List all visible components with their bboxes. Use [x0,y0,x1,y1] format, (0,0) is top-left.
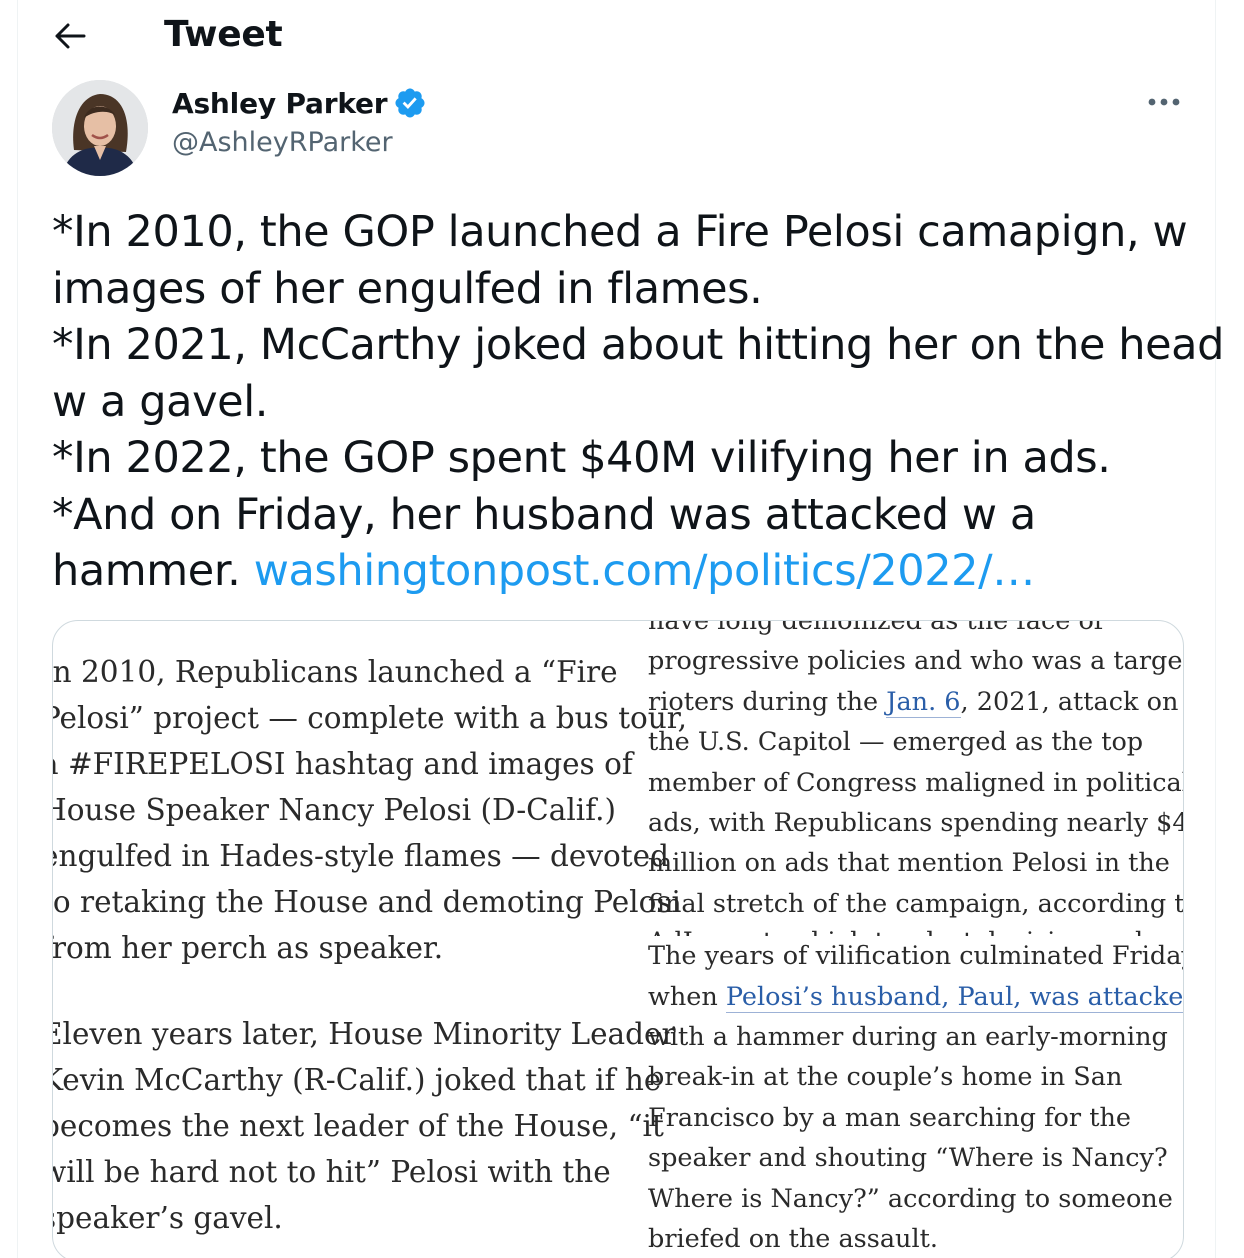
jan6-link: Jan. 6 [886,686,961,718]
tweet-line: *In 2021, McCarthy joked about hitting h… [52,320,1225,370]
article-line-cut: AdImpact, which tracks television and [648,922,1183,936]
article-line-cut: have long demonized as the face of [648,620,1104,636]
author-handle[interactable]: @AshleyRParker [172,124,393,162]
article-line: will be hard not to hit” Pelosi with the [52,1155,611,1189]
tweet-line: *In 2022, the GOP spent $40M vilifying h… [52,433,1111,483]
verified-badge-icon [393,86,427,120]
tweet-text: *In 2010, the GOP launched a Fire Pelosi… [52,204,1225,600]
article-line: Francisco by a man searching for the [648,1102,1131,1133]
article-line: from her perch as speaker. [52,931,444,965]
arrow-left-icon [55,23,86,49]
article-text: , 2021, attack on [960,686,1179,717]
article-line: a #FIREPELOSI hashtag and images of [52,747,633,781]
article-line: member of Congress maligned in political [648,767,1184,798]
article-line: rioters during the Jan. 6, 2021, attack … [648,682,1183,722]
column-border-right [1215,0,1216,1258]
article-left-column: In 2010, Republicans launched a “Fire Pe… [52,649,688,1241]
author-name[interactable]: Ashley Parker [172,87,388,120]
husband-attacked-link: Pelosi’s husband, Paul, was attacked [725,981,1183,1013]
article-line: Where is Nancy?” according to someone [648,1183,1173,1214]
article-line: when Pelosi’s husband, Paul, was attacke… [648,977,1183,1017]
article-line: ads, with Republicans spending nearly $4… [648,808,1184,839]
column-border-left [17,0,18,1258]
more-options-button[interactable] [1140,82,1188,122]
article-line: Pelosi” project — complete with a bus to… [52,701,688,735]
back-button[interactable] [44,14,96,58]
article-link[interactable]: washingtonpost.com/politics/2022/… [254,546,1036,596]
article-right-column: have long demonized as the face of progr… [648,620,1184,1258]
attached-image[interactable]: In 2010, Republicans launched a “Fire Pe… [52,620,1184,1258]
article-line: speaker’s gavel. [52,1201,283,1235]
article-line: In 2010, Republicans launched a “Fire [52,655,618,689]
article-text: AdImpact, which tracks television and [648,927,1143,936]
article-line: engulfed in Hades-style flames — devoted [52,839,669,873]
article-line: million on ads that mention Pelosi in th… [648,848,1170,879]
article-line: final stretch of the campaign, according… [648,888,1184,919]
article-line: Eleven years later, House Minority Leade… [52,1017,676,1051]
tweet-line: images of her engulfed in flames. [52,263,763,314]
tweet-line-last: hammer. washingtonpost.com/politics/2022… [52,543,1202,600]
article-line: progressive policies and who was a targe… [648,646,1184,677]
article-line: House Speaker Nancy Pelosi (D-Calif.) [52,793,616,827]
tweet-line-text: hammer. [52,546,254,596]
article-line: briefed on the assault. [648,1224,938,1255]
article-line: speaker and shouting “Where is Nancy? [648,1143,1168,1174]
tweet-page: Tweet Ashley Parker @AshleyRParker *In 2… [0,0,1244,1258]
author-name-row: Ashley Parker [172,84,427,122]
article-text: when [648,981,726,1012]
avatar[interactable] [52,80,148,176]
article-line: Kevin McCarthy (R-Calif.) joked that if … [52,1063,662,1097]
article-line: the U.S. Capitol — emerged as the top [648,727,1144,758]
article-line: The years of vilification culminated Fri… [648,941,1184,972]
tweet-line: *And on Friday, her husband was attacked… [52,489,1036,540]
article-line: break-in at the couple’s home in San [648,1062,1123,1093]
article-line: becomes the next leader of the House, “i… [52,1109,664,1143]
more-horizontal-icon [1148,98,1180,106]
article-line: to retaking the House and demoting Pelos… [52,885,681,919]
tweet-line: w a gavel. [52,376,269,427]
article-text: rioters during the [648,686,887,717]
avatar-photo [52,80,148,176]
article-line: with a hammer during an early-morning [648,1022,1168,1053]
page-title: Tweet [164,14,283,55]
tweet-line: *In 2010, the GOP launched a Fire Pelosi… [52,207,1188,257]
